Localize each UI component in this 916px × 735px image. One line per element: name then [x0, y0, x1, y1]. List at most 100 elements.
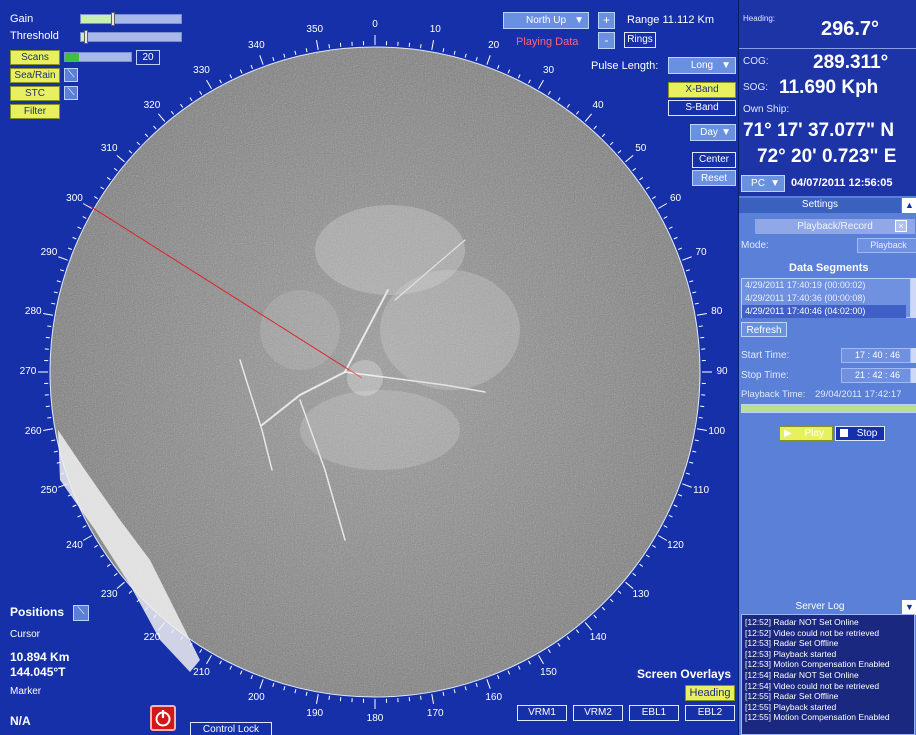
bearing-label: 200 [247, 692, 265, 704]
bearing-tick [584, 113, 593, 122]
segments-list[interactable]: 4/29/2011 17:40:19 (00:00:02) 4/29/2011 … [741, 278, 911, 318]
bearing-tick [673, 236, 678, 240]
bearing-tick [283, 686, 286, 691]
gain-label: Gain [10, 13, 34, 25]
control-lock-button[interactable]: Control Lock [190, 722, 272, 735]
bearing-label: 20 [488, 39, 500, 51]
scans-value[interactable]: 20 [136, 50, 160, 65]
range-increase-button[interactable]: + [598, 12, 615, 29]
segments-scrollbar[interactable] [911, 278, 916, 318]
collapse-down-icon[interactable]: ▼ [902, 600, 916, 615]
own-ship-latitude: 71° 17' 37.077" N [743, 120, 895, 141]
stc-button[interactable]: STC [10, 86, 60, 101]
stc-curve-icon[interactable]: ⟍ [64, 86, 78, 100]
sea-rain-button[interactable]: Sea/Rain [10, 68, 60, 83]
range-decrease-button[interactable]: - [598, 32, 615, 49]
power-button[interactable] [150, 705, 176, 731]
bearing-tick [294, 689, 297, 694]
scans-button[interactable]: Scans [10, 50, 60, 65]
bearing-tick [328, 44, 330, 49]
ebl2-button[interactable]: EBL2 [685, 705, 735, 721]
gain-slider-fill [81, 15, 111, 23]
refresh-button[interactable]: Refresh [741, 322, 787, 337]
time-source-select[interactable]: PC ▼ [741, 175, 785, 192]
bearing-tick [58, 256, 68, 261]
bearing-label: 230 [100, 589, 118, 601]
bearing-tick [617, 150, 622, 154]
orientation-select[interactable]: North Up ▼ [503, 12, 589, 29]
scans-slider[interactable] [64, 52, 132, 62]
bearing-tick [593, 125, 597, 130]
playback-record-tab[interactable]: Playback/Record [755, 219, 915, 234]
start-time-input[interactable]: 17 : 40 : 46 [841, 348, 911, 363]
log-entry: [12:53] Motion Compensation Enabled [745, 659, 890, 670]
segment-item[interactable]: 4/29/2011 17:40:19 (00:00:02) [742, 279, 906, 292]
close-tab-icon[interactable]: × [895, 220, 907, 232]
bearing-tick [199, 649, 203, 653]
ebl1-button[interactable]: EBL1 [629, 705, 679, 721]
center-button[interactable]: Center [692, 152, 736, 168]
stop-time-spinner-icon[interactable] [911, 368, 916, 383]
bearing-tick [305, 48, 308, 53]
bearing-tick [538, 654, 544, 665]
rings-button[interactable]: Rings [624, 32, 656, 48]
start-time-spinner-icon[interactable] [911, 348, 916, 363]
log-entry: [12:55] Radar Set Offline [745, 691, 839, 702]
collapse-up-icon[interactable]: ▲ [902, 198, 916, 213]
vrm1-button[interactable]: VRM1 [517, 705, 567, 721]
bearing-tick [294, 50, 297, 55]
radar-ppi-display[interactable] [0, 0, 738, 735]
bearing-label: 150 [540, 666, 557, 678]
server-log-list[interactable]: [12:52] Radar NOT Set Online [12:52] Vide… [741, 614, 915, 735]
day-night-select[interactable]: Day ▼ [690, 124, 736, 141]
bearing-tick [442, 691, 445, 696]
gain-slider[interactable] [80, 12, 182, 26]
radar-echo-field [260, 290, 340, 370]
bearing-label: 190 [306, 707, 324, 719]
bearing-label: 260 [24, 426, 42, 438]
heading-overlay-button[interactable]: Heading [685, 685, 735, 701]
segment-item-selected[interactable]: 4/29/2011 17:40:46 (04:02:00) [742, 305, 906, 318]
x-band-button[interactable]: X-Band [668, 82, 736, 98]
s-band-button[interactable]: S-Band [668, 100, 736, 116]
playback-progress-bar[interactable] [741, 404, 916, 413]
vrm2-button[interactable]: VRM2 [573, 705, 623, 721]
settings-header[interactable]: Settings [739, 198, 901, 213]
threshold-slider-thumb[interactable] [84, 30, 88, 44]
play-button[interactable]: ▶ Play [779, 426, 833, 441]
bearing-tick [625, 581, 634, 590]
status-side-panel: Heading: 296.7° COG: 289.311° SOG: 11.69… [738, 0, 916, 735]
bearing-tick [517, 665, 521, 670]
bearing-label: 40 [592, 100, 604, 112]
bearing-tick [475, 682, 478, 687]
cursor-label: Cursor [10, 629, 41, 640]
mode-select[interactable]: Playback [857, 238, 916, 253]
stop-time-input[interactable]: 21 : 42 : 46 [841, 368, 911, 383]
reset-button[interactable]: Reset [692, 170, 736, 186]
filter-button[interactable]: Filter [10, 104, 60, 119]
bearing-tick [639, 563, 644, 567]
threshold-slider[interactable] [80, 30, 182, 44]
scans-slider-fill [65, 53, 79, 61]
bearing-label: 80 [711, 305, 723, 317]
bearing-tick [557, 642, 561, 647]
segment-item[interactable]: 4/29/2011 17:40:36 (00:00:08) [742, 292, 906, 305]
bearing-tick [56, 280, 61, 283]
bearing-tick [678, 494, 683, 497]
dropdown-arrow-icon: ▼ [770, 178, 780, 189]
bearing-tick [453, 50, 456, 55]
bearing-tick [94, 544, 98, 548]
sea-rain-curve-icon[interactable]: ⟍ [64, 68, 78, 82]
pulse-length-select[interactable]: Long ▼ [668, 57, 736, 74]
gain-slider-thumb[interactable] [111, 12, 115, 26]
day-night-value: Day [700, 127, 718, 138]
bearing-tick [575, 110, 580, 115]
positions-curve-icon[interactable]: ⟍ [73, 605, 89, 621]
server-log-header[interactable]: Server Log [739, 600, 901, 615]
bearing-tick [113, 572, 118, 577]
bearing-tick [283, 53, 286, 58]
own-ship-label: Own Ship: [743, 104, 790, 115]
stop-button[interactable]: Stop [835, 426, 885, 441]
stop-icon [840, 429, 848, 437]
bearing-tick [663, 216, 668, 219]
